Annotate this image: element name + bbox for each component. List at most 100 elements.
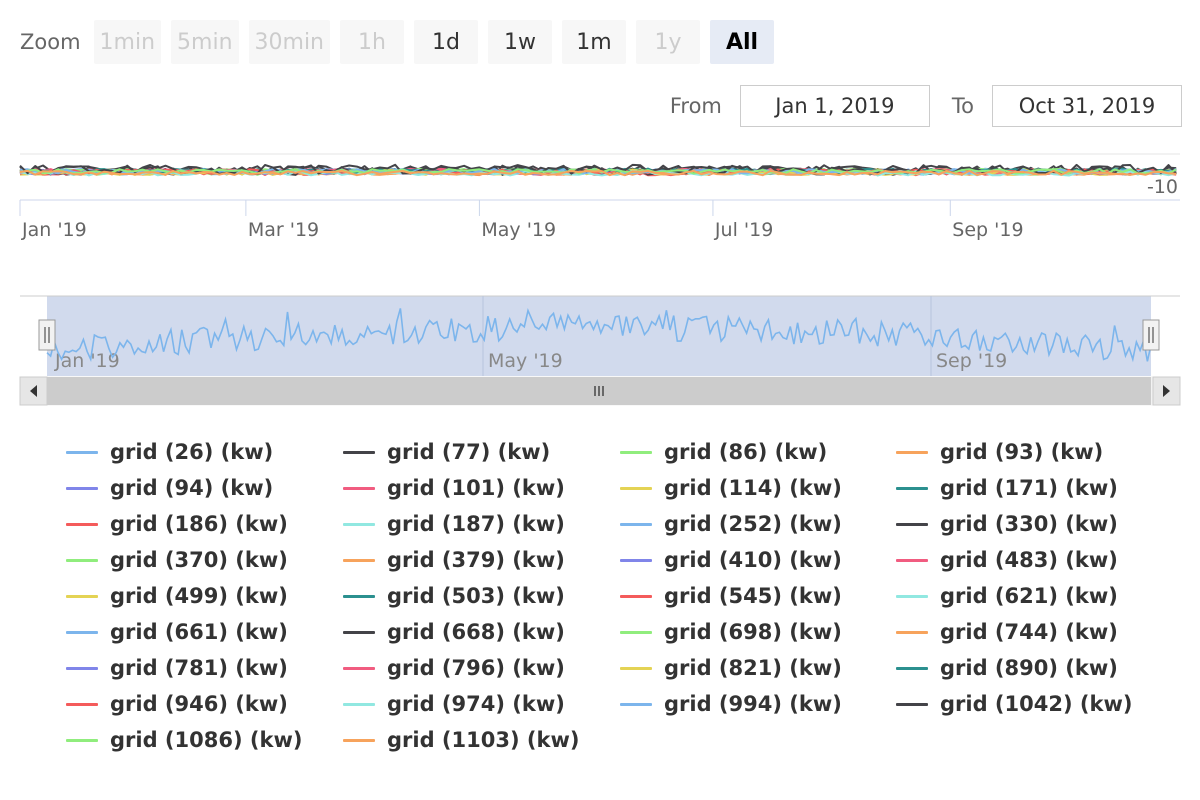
legend-label: grid (946) (kw)	[110, 692, 288, 716]
series-layer	[19, 163, 1177, 177]
legend-item[interactable]: grid (796) (kw)	[343, 650, 565, 686]
legend-swatch	[343, 738, 375, 742]
legend-swatch	[343, 522, 375, 526]
legend-label: grid (187) (kw)	[387, 512, 565, 536]
legend-swatch	[620, 486, 652, 490]
legend-item[interactable]: grid (1042) (kw)	[896, 686, 1132, 722]
legend-label: grid (1103) (kw)	[387, 728, 580, 752]
legend-swatch	[66, 594, 98, 598]
legend-item[interactable]: grid (621) (kw)	[896, 578, 1118, 614]
legend-item[interactable]: grid (370) (kw)	[66, 542, 288, 578]
legend-swatch	[343, 450, 375, 454]
legend-item[interactable]: grid (974) (kw)	[343, 686, 565, 722]
legend-item[interactable]: grid (26) (kw)	[66, 434, 273, 470]
handle-icon[interactable]	[38, 319, 56, 351]
legend-swatch	[343, 702, 375, 706]
legend-item[interactable]: grid (187) (kw)	[343, 506, 565, 542]
legend-swatch	[343, 486, 375, 490]
legend-swatch	[66, 450, 98, 454]
legend-item[interactable]: grid (86) (kw)	[620, 434, 827, 470]
legend-label: grid (26) (kw)	[110, 440, 274, 464]
legend-swatch	[896, 594, 928, 598]
legend-item[interactable]: grid (410) (kw)	[620, 542, 842, 578]
legend-item[interactable]: grid (946) (kw)	[66, 686, 288, 722]
legend-label: grid (698) (kw)	[664, 620, 842, 644]
legend-item[interactable]: grid (503) (kw)	[343, 578, 565, 614]
legend-label: grid (668) (kw)	[387, 620, 565, 644]
x-tick-label: Mar '19	[248, 219, 319, 241]
x-axis: -10 Jan '19 Mar '19 May '19 Jul '19 Sep '19	[19, 176, 1180, 241]
legend-item[interactable]: grid (114) (kw)	[620, 470, 842, 506]
legend-label: grid (370) (kw)	[110, 548, 288, 572]
legend-swatch	[66, 666, 98, 670]
y-tick-label: -10	[1147, 176, 1178, 198]
legend-item[interactable]: grid (698) (kw)	[620, 614, 842, 650]
legend-item[interactable]: grid (93) (kw)	[896, 434, 1103, 470]
legend-label: grid (994) (kw)	[664, 692, 842, 716]
legend-item[interactable]: grid (94) (kw)	[66, 470, 273, 506]
legend-swatch	[620, 666, 652, 670]
legend-swatch	[620, 630, 652, 634]
legend-label: grid (171) (kw)	[940, 476, 1118, 500]
legend-item[interactable]: grid (252) (kw)	[620, 506, 842, 542]
legend-swatch	[620, 594, 652, 598]
legend-swatch	[66, 558, 98, 562]
legend-label: grid (781) (kw)	[110, 656, 288, 680]
legend-item[interactable]: grid (483) (kw)	[896, 542, 1118, 578]
legend-swatch	[66, 630, 98, 634]
legend-item[interactable]: grid (545) (kw)	[620, 578, 842, 614]
legend-swatch	[896, 558, 928, 562]
legend-label: grid (499) (kw)	[110, 584, 288, 608]
legend-label: grid (379) (kw)	[387, 548, 565, 572]
handle-icon[interactable]	[1142, 319, 1160, 351]
legend-swatch	[343, 630, 375, 634]
legend-item[interactable]: grid (499) (kw)	[66, 578, 288, 614]
legend-label: grid (77) (kw)	[387, 440, 551, 464]
legend-item[interactable]: grid (890) (kw)	[896, 650, 1118, 686]
legend-swatch	[896, 630, 928, 634]
legend-label: grid (621) (kw)	[940, 584, 1118, 608]
legend-label: grid (744) (kw)	[940, 620, 1118, 644]
legend-label: grid (1042) (kw)	[940, 692, 1133, 716]
legend-swatch	[66, 486, 98, 490]
legend-swatch	[620, 522, 652, 526]
legend-item[interactable]: grid (101) (kw)	[343, 470, 565, 506]
navigator-tick-label: Sep '19	[936, 350, 1007, 372]
legend-swatch	[896, 450, 928, 454]
x-tick-label: Jan '19	[21, 219, 87, 241]
legend-label: grid (1086) (kw)	[110, 728, 303, 752]
navigator[interactable]: Jan '19 May '19 Sep '19	[19, 295, 1181, 406]
legend-swatch	[66, 522, 98, 526]
legend-item[interactable]: grid (661) (kw)	[66, 614, 288, 650]
legend-swatch	[620, 702, 652, 706]
legend-item[interactable]: grid (744) (kw)	[896, 614, 1118, 650]
legend-item[interactable]: grid (821) (kw)	[620, 650, 842, 686]
navigator-handle-right[interactable]	[1142, 319, 1160, 351]
legend-item[interactable]: grid (1086) (kw)	[66, 722, 302, 758]
legend-swatch	[343, 594, 375, 598]
legend-item[interactable]: grid (379) (kw)	[343, 542, 565, 578]
x-tick-label: Jul '19	[714, 219, 773, 241]
legend-item[interactable]: grid (668) (kw)	[343, 614, 565, 650]
legend-swatch	[896, 486, 928, 490]
legend-item[interactable]: grid (781) (kw)	[66, 650, 288, 686]
legend-swatch	[896, 522, 928, 526]
legend-swatch	[66, 738, 98, 742]
legend-item[interactable]: grid (171) (kw)	[896, 470, 1118, 506]
legend-item[interactable]: grid (77) (kw)	[343, 434, 550, 470]
legend-label: grid (114) (kw)	[664, 476, 842, 500]
legend-item[interactable]: grid (330) (kw)	[896, 506, 1118, 542]
legend-label: grid (661) (kw)	[110, 620, 288, 644]
navigator-handle-left[interactable]	[38, 319, 56, 351]
legend-item[interactable]: grid (186) (kw)	[66, 506, 288, 542]
legend-swatch	[620, 450, 652, 454]
legend-swatch	[896, 666, 928, 670]
legend-item[interactable]: grid (1103) (kw)	[343, 722, 579, 758]
legend-label: grid (252) (kw)	[664, 512, 842, 536]
chart: -10 Jan '19 Mar '19 May '19 Jul '19 Sep '19 J…	[19, 153, 1181, 406]
legend-label: grid (890) (kw)	[940, 656, 1118, 680]
navigator-tick-label: May '19	[488, 350, 563, 372]
legend-label: grid (94) (kw)	[110, 476, 274, 500]
legend-item[interactable]: grid (994) (kw)	[620, 686, 842, 722]
x-tick-label: May '19	[481, 219, 556, 241]
